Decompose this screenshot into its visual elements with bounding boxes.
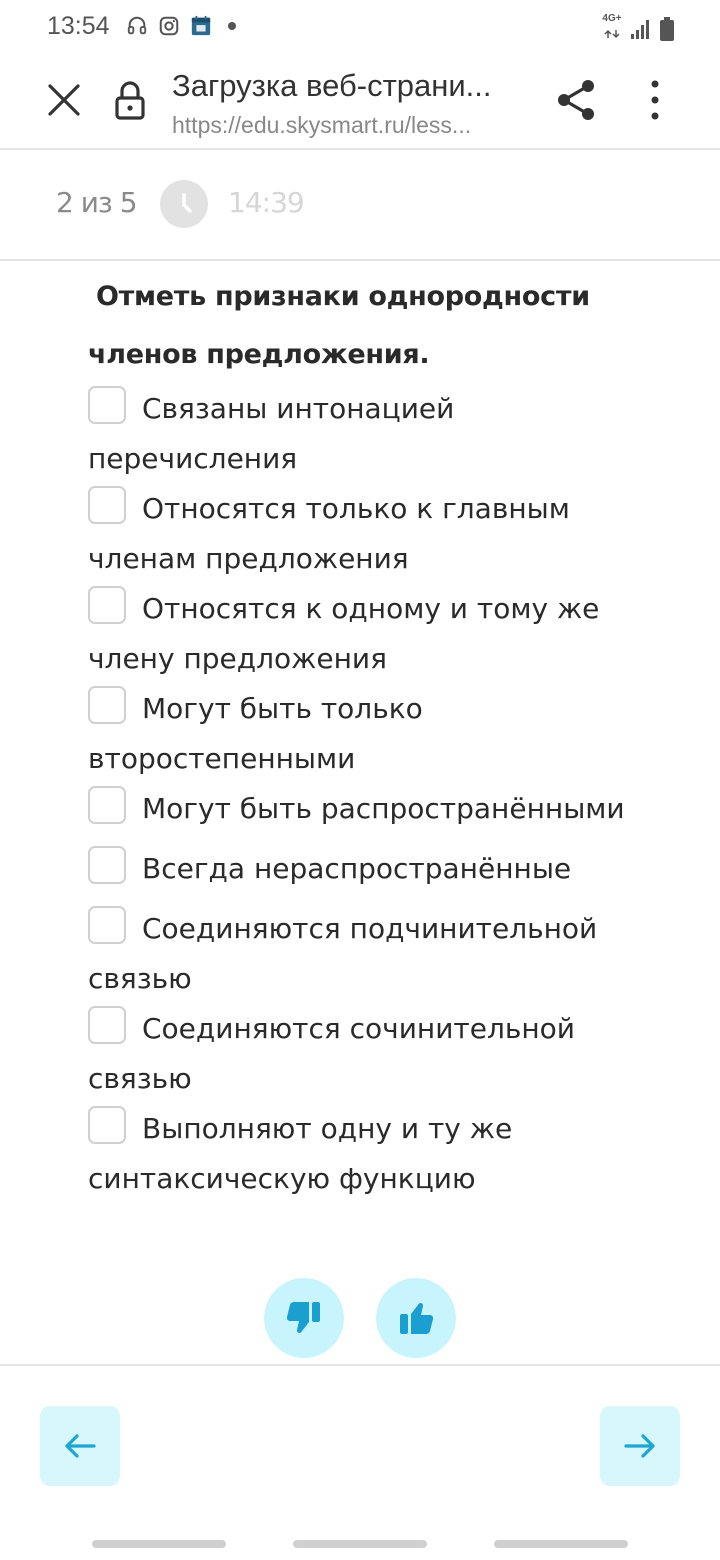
thumbs-up-icon	[400, 1303, 434, 1334]
status-icons-left	[126, 15, 236, 37]
arrow-right-icon	[624, 1434, 655, 1458]
instagram-icon	[159, 16, 179, 36]
option-label: Относятся только к главным членам предло…	[88, 492, 570, 575]
option-3[interactable]: Относятся к одному и тому же члену предл…	[88, 584, 668, 684]
checkbox[interactable]	[88, 1006, 126, 1044]
thumbs-down-icon	[286, 1302, 320, 1333]
question-text: Отметь признаки однородности членов пред…	[88, 268, 648, 384]
option-7[interactable]: Соединяются подчинительной связью	[88, 904, 668, 1004]
calendar-icon	[191, 15, 211, 36]
page-url[interactable]: https://edu.skysmart.ru/less...	[172, 112, 532, 139]
option-label: Соединяются подчинительной связью	[88, 912, 598, 995]
option-label: Всегда нераспространённые	[142, 852, 572, 885]
clock-icon	[160, 180, 208, 228]
option-9[interactable]: Выполняют одну и ту же синтаксическую фу…	[88, 1104, 668, 1204]
option-2[interactable]: Относятся только к главным членам предло…	[88, 484, 668, 584]
option-label: Соединяются сочинительной связью	[88, 1012, 575, 1095]
status-bar: 13:54 4G+	[0, 0, 720, 52]
option-label: Связаны интонацией перечисления	[88, 392, 455, 475]
header-divider	[0, 148, 720, 150]
option-label: Выполняют одну и ту же синтаксическую фу…	[88, 1112, 513, 1195]
checkbox[interactable]	[88, 386, 126, 424]
signal-icon	[631, 19, 649, 39]
option-1[interactable]: Связаны интонацией перечисления	[88, 384, 668, 484]
progress-divider	[0, 259, 720, 261]
headset-icon	[127, 16, 147, 35]
system-nav-back[interactable]	[494, 1540, 628, 1548]
notification-dot	[228, 22, 236, 30]
like-button[interactable]	[376, 1278, 456, 1358]
network-label: 4G+	[602, 13, 622, 24]
arrow-left-icon	[65, 1434, 96, 1458]
option-6[interactable]: Всегда нераспространённые	[88, 844, 668, 894]
question-counter: 2 из 5	[56, 186, 138, 219]
status-time: 13:54	[47, 12, 110, 40]
checkbox[interactable]	[88, 786, 126, 824]
checkbox[interactable]	[88, 486, 126, 524]
option-5[interactable]: Могут быть распространёнными	[88, 784, 668, 834]
option-label: Могут быть распространёнными	[142, 792, 625, 825]
checkbox[interactable]	[88, 846, 126, 884]
dislike-button[interactable]	[264, 1278, 344, 1358]
footer-divider	[0, 1364, 720, 1366]
status-icons-right: 4G+	[602, 14, 674, 43]
next-button[interactable]	[600, 1406, 680, 1486]
battery-icon	[660, 16, 674, 41]
question-line-1: Отметь признаки однородности	[96, 281, 590, 312]
browser-toolbar: Загрузка веб-страни... https://edu.skysm…	[0, 52, 720, 148]
checkbox[interactable]	[88, 906, 126, 944]
checkbox[interactable]	[88, 686, 126, 724]
answer-options: Связаны интонацией перечисления Относятс…	[88, 384, 668, 1204]
option-label: Могут быть только второстепенными	[88, 692, 423, 775]
more-vertical-icon[interactable]	[640, 78, 670, 122]
page-title: Загрузка веб-страни...	[172, 68, 492, 103]
previous-button[interactable]	[40, 1406, 120, 1486]
close-icon[interactable]	[44, 80, 84, 120]
timer: 14:39	[228, 186, 305, 219]
checkbox[interactable]	[88, 586, 126, 624]
option-8[interactable]: Соединяются сочинительной связью	[88, 1004, 668, 1104]
system-nav-home[interactable]	[293, 1540, 427, 1548]
question-line-2: членов предложения.	[88, 339, 430, 370]
checkbox[interactable]	[88, 1106, 126, 1144]
option-label: Относятся к одному и тому же члену предл…	[88, 592, 600, 675]
network-indicator: 4G+	[602, 14, 622, 43]
lock-icon[interactable]	[114, 80, 146, 120]
share-icon[interactable]	[554, 78, 598, 122]
option-4[interactable]: Могут быть только второстепенными	[88, 684, 668, 784]
data-arrows-icon	[604, 29, 620, 39]
system-nav-recents[interactable]	[92, 1540, 226, 1548]
